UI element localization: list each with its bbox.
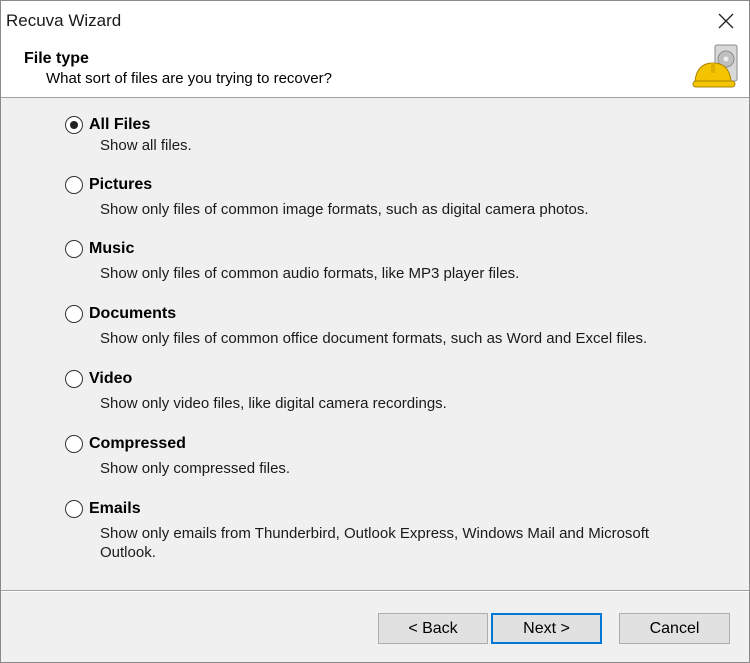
option-description: Show only compressed files. [100, 460, 291, 477]
back-button[interactable]: < Back [378, 613, 488, 644]
page-subtitle: What sort of files are you trying to rec… [46, 70, 332, 87]
radio-music[interactable]: Music [65, 238, 725, 260]
radio-button[interactable] [65, 500, 83, 518]
option-compressed: Compressed Show only compressed files. [65, 433, 725, 478]
radio-button[interactable] [65, 116, 83, 134]
title-bar[interactable]: Recuva Wizard [1, 1, 749, 41]
option-documents: Documents Show only files of common offi… [65, 303, 725, 348]
radio-compressed[interactable]: Compressed [65, 433, 725, 455]
option-video: Video Show only video files, like digita… [65, 368, 725, 413]
recuva-hardhat-drive-icon [692, 44, 738, 88]
option-music: Music Show only files of common audio fo… [65, 238, 725, 283]
option-description: Show only video files, like digital came… [100, 395, 447, 412]
option-all-files: All Files Show all files. [65, 114, 725, 155]
radio-documents[interactable]: Documents [65, 303, 725, 325]
option-description: Show only files of common audio formats,… [100, 265, 520, 282]
option-label: Documents [89, 305, 177, 322]
radio-emails[interactable]: Emails [65, 498, 725, 520]
option-label: Emails [89, 500, 141, 517]
radio-button[interactable] [65, 435, 83, 453]
close-icon [718, 13, 734, 29]
radio-all-files[interactable]: All Files [65, 114, 725, 136]
radio-button[interactable] [65, 176, 83, 194]
option-label: Music [89, 240, 135, 257]
radio-video[interactable]: Video [65, 368, 725, 390]
window-title: Recuva Wizard [6, 11, 122, 30]
page-title: File type [24, 50, 89, 67]
option-emails: Emails Show only emails from Thunderbird… [65, 498, 725, 562]
footer-divider [1, 590, 749, 592]
wizard-header: File type What sort of files are you try… [1, 41, 749, 98]
next-button[interactable]: Next > [491, 613, 602, 644]
radio-button[interactable] [65, 370, 83, 388]
option-label: Video [89, 370, 133, 387]
option-description: Show only emails from Thunderbird, Outlo… [100, 525, 650, 561]
option-pictures: Pictures Show only files of common image… [65, 174, 725, 219]
recuva-wizard-window: Recuva Wizard File type What sort of fil… [0, 0, 750, 663]
radio-pictures[interactable]: Pictures [65, 174, 725, 196]
option-description: Show all files. [100, 137, 192, 154]
close-button[interactable] [703, 1, 749, 41]
option-label: Pictures [89, 176, 153, 193]
option-label: All Files [89, 116, 151, 133]
option-description: Show only files of common image formats,… [100, 201, 589, 218]
option-label: Compressed [89, 435, 186, 452]
radio-button[interactable] [65, 305, 83, 323]
option-description: Show only files of common office documen… [100, 330, 648, 347]
radio-button[interactable] [65, 240, 83, 258]
cancel-button[interactable]: Cancel [619, 613, 730, 644]
